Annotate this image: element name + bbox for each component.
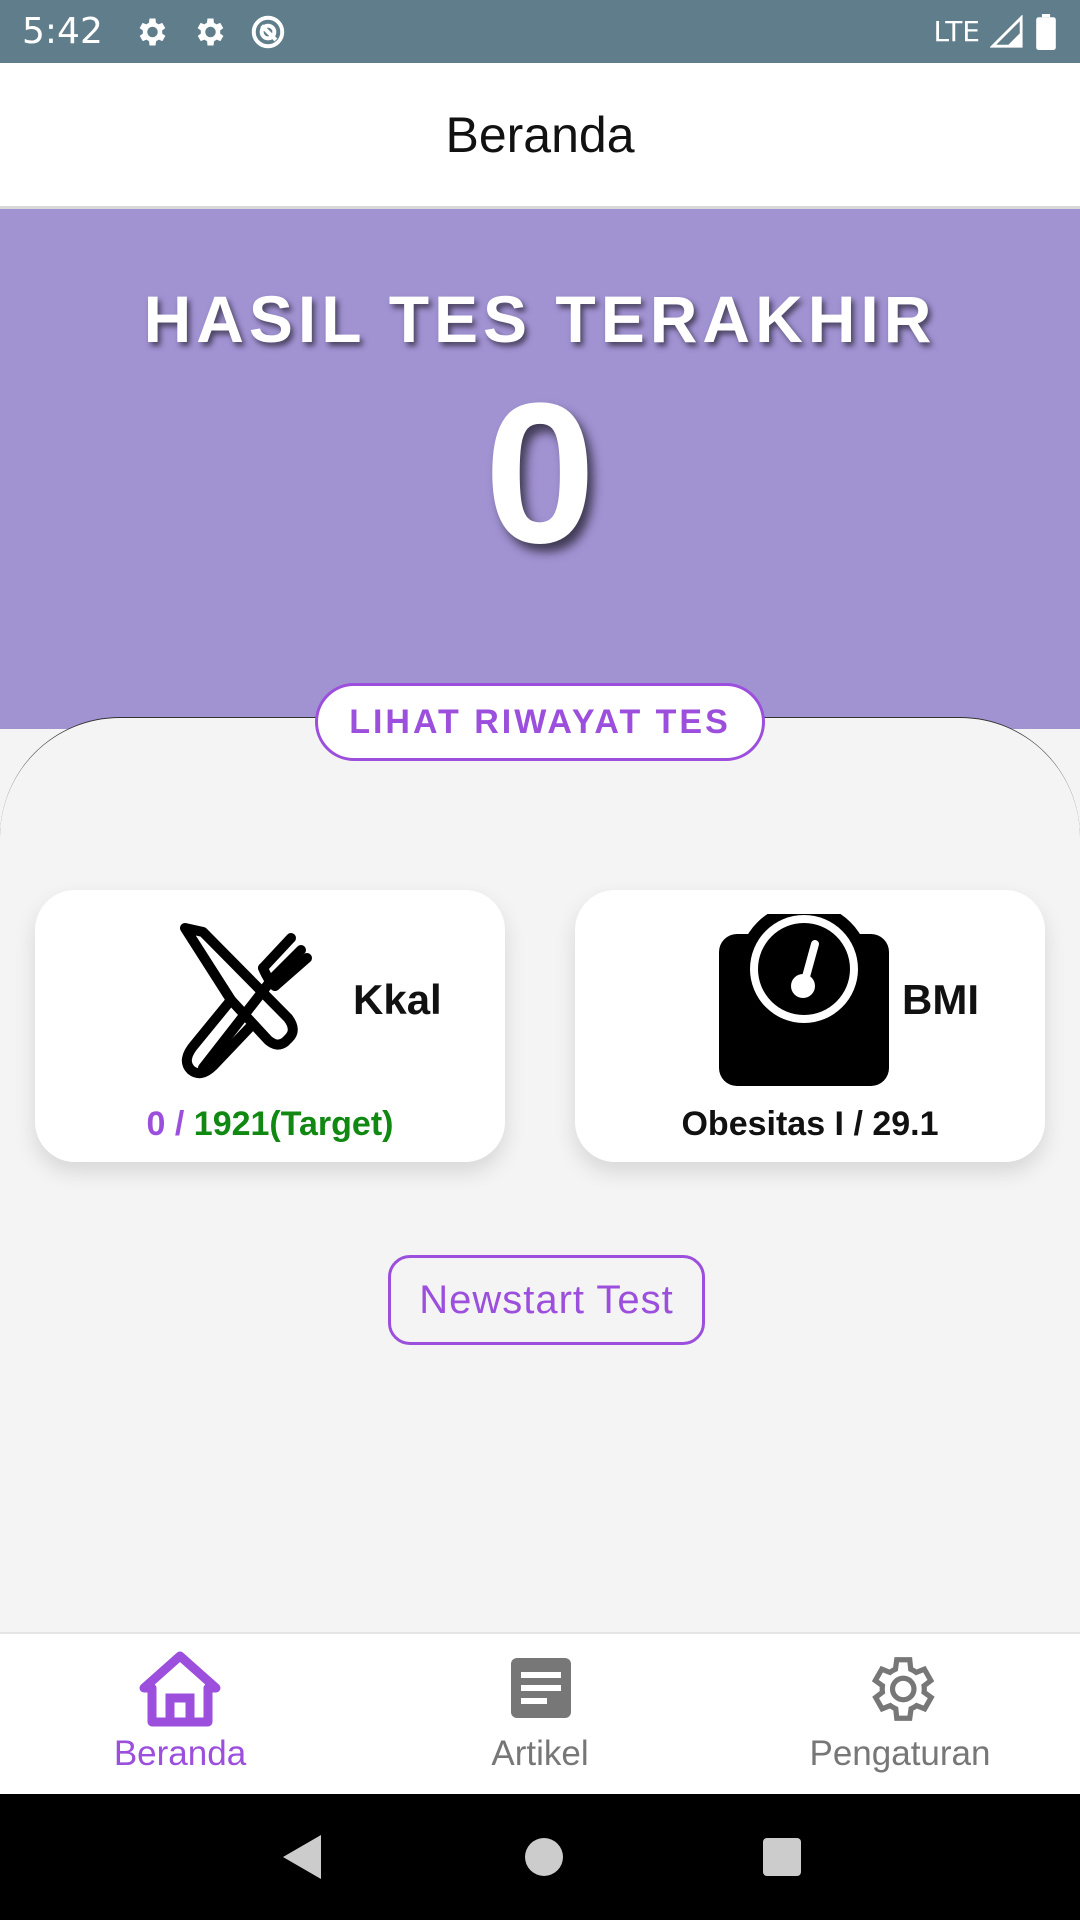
bmi-value: Obesitas I / 29.1 [681, 1105, 939, 1143]
page-title: Beranda [445, 106, 635, 163]
status-time: 5:42 [22, 11, 103, 52]
scale-icon [719, 914, 889, 1086]
article-icon [511, 1658, 571, 1718]
nav-item-beranda[interactable]: Beranda [0, 1634, 360, 1794]
settings-icon [139, 18, 166, 45]
app-bar: Beranda [0, 63, 1080, 209]
kcal-target: 1921(Target) [193, 1105, 394, 1143]
status-right: LTE [933, 13, 1058, 50]
signal-icon [990, 14, 1023, 48]
bmi-label: BMI [902, 976, 979, 1023]
kcal-label: Kkal [353, 976, 442, 1023]
system-navigation-bar [0, 1794, 1080, 1920]
view-test-history-button[interactable]: LIHAT RIWAYAT TES [315, 683, 765, 761]
hero-title: HASIL TES TERAKHIR [143, 282, 937, 356]
nav-label-artikel: Artikel [491, 1734, 589, 1773]
network-type: LTE [933, 15, 980, 48]
content-sheet [0, 717, 1080, 1632]
bottom-navigation: Beranda Artikel Pengaturan [0, 1632, 1080, 1794]
kcal-card[interactable]: Kkal 0 / 1921(Target) [35, 890, 505, 1162]
data-saver-icon [251, 15, 285, 48]
home-circle-icon[interactable] [522, 1835, 566, 1879]
kcal-value: 0 / 1921(Target) [35, 1105, 505, 1144]
nav-item-artikel[interactable]: Artikel [360, 1634, 720, 1794]
last-test-score: 0 [484, 362, 596, 585]
hero-section: HASIL TES TERAKHIR 0 [0, 209, 1080, 729]
bmi-card[interactable]: BMI Obesitas I / 29.1 [575, 890, 1045, 1162]
home-icon [139, 1651, 221, 1727]
settings-icon [197, 18, 224, 45]
nav-item-pengaturan[interactable]: Pengaturan [720, 1634, 1080, 1794]
status-icons-left [133, 13, 287, 51]
nav-label-beranda: Beranda [113, 1734, 247, 1773]
newstart-test-button[interactable]: Newstart Test [388, 1255, 705, 1345]
gear-icon [871, 1657, 935, 1721]
recents-icon[interactable] [761, 1836, 803, 1878]
status-bar: 5:42 LTE [0, 0, 1080, 63]
kcal-current: 0 [146, 1105, 166, 1143]
nav-label-pengaturan: Pengaturan [809, 1734, 991, 1773]
kcal-separator: / [165, 1105, 194, 1143]
battery-icon [1036, 13, 1056, 50]
utensils-icon [180, 923, 312, 1079]
back-icon[interactable] [277, 1831, 327, 1883]
